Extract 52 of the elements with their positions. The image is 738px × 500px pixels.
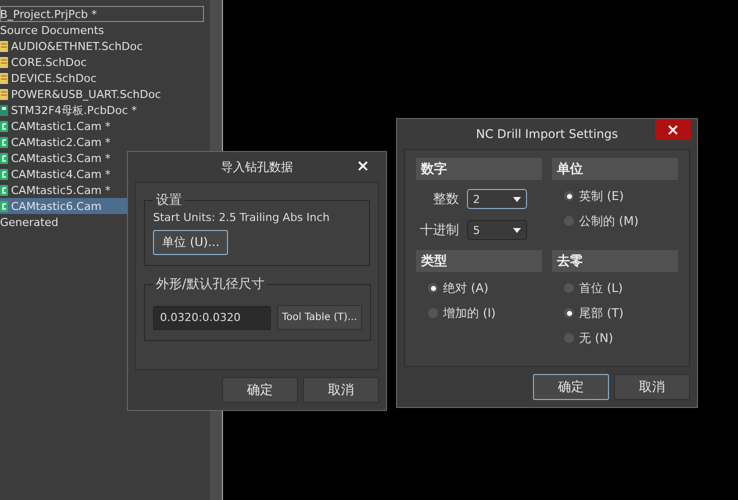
tree-item[interactable]: CAMtastic2.Cam * <box>0 134 204 150</box>
section-header: 单位 <box>552 158 678 180</box>
tree-item[interactable]: Source Documents <box>0 22 204 38</box>
cam-file-icon <box>0 136 8 148</box>
radio-option[interactable]: 增加的 (I) <box>416 304 542 322</box>
tree-item[interactable]: POWER&USB_UART.SchDoc <box>0 86 204 102</box>
dropdown[interactable]: 5 <box>467 220 527 240</box>
radio-option[interactable]: 首位 (L) <box>552 279 678 297</box>
dialog-button[interactable]: 取消 <box>303 377 379 403</box>
tree-item[interactable]: AUDIO&ETHNET.SchDoc <box>0 38 204 54</box>
cam-file-icon <box>0 200 8 212</box>
tool-table-button[interactable]: Tool Table (T)... <box>277 305 362 330</box>
dialog-title: 导入钻孔数据 <box>221 158 293 176</box>
radio-option[interactable]: 无 (N) <box>552 329 678 347</box>
size-field[interactable]: 0.0320:0.0320 <box>153 306 271 330</box>
units-button[interactable]: 单位 (U)... <box>153 230 228 255</box>
close-button[interactable]: × <box>352 154 374 176</box>
dialog-button[interactable]: 确定 <box>533 374 609 400</box>
info-text: Start Units: 2.5 Trailing Abs Inch <box>153 211 331 224</box>
section-header: 类型 <box>416 250 542 272</box>
tree-item[interactable]: CORE.SchDoc <box>0 54 204 70</box>
document-icon <box>0 88 8 100</box>
board-icon <box>0 104 8 116</box>
dialog-title: NC Drill Import Settings <box>476 127 618 141</box>
tree-item[interactable]: DEVICE.SchDoc <box>0 70 204 86</box>
radio-option[interactable]: 尾部 (T) <box>552 304 678 322</box>
dialog-button[interactable]: 确定 <box>222 377 298 403</box>
tree-item[interactable]: CAMtastic1.Cam * <box>0 118 204 134</box>
radio-option[interactable]: 英制 (E) <box>552 187 678 205</box>
close-button[interactable]: × <box>655 119 691 140</box>
cam-file-icon <box>0 120 8 132</box>
cam-file-icon <box>0 152 8 164</box>
dropdown[interactable]: 2 <box>467 189 527 209</box>
caret-icon <box>513 228 521 232</box>
document-icon <box>0 72 8 84</box>
tree-item[interactable]: CAMtastic4.Cam * <box>0 166 204 182</box>
field-label: 整数 <box>433 191 459 208</box>
radio-option[interactable]: 公制的 (M) <box>552 212 678 230</box>
tree-item[interactable]: CAMtastic3.Cam * <box>0 150 204 166</box>
dialog-button[interactable]: 取消 <box>614 374 690 400</box>
tree-item[interactable]: B_Project.PrjPcb * <box>0 6 204 22</box>
document-icon <box>0 40 8 52</box>
section-header: 数字 <box>416 158 542 180</box>
field-label: 十进制 <box>420 222 459 239</box>
section-header: 去零 <box>552 250 678 272</box>
radio-option[interactable]: 绝对 (A) <box>416 279 542 297</box>
cam-file-icon <box>0 184 8 196</box>
document-icon <box>0 56 8 68</box>
tree-item[interactable]: STM32F4母板.PcbDoc * <box>0 102 204 118</box>
cam-file-icon <box>0 168 8 180</box>
group-label: 外形/默认孔径尺寸 <box>155 276 266 293</box>
caret-icon <box>513 196 521 202</box>
